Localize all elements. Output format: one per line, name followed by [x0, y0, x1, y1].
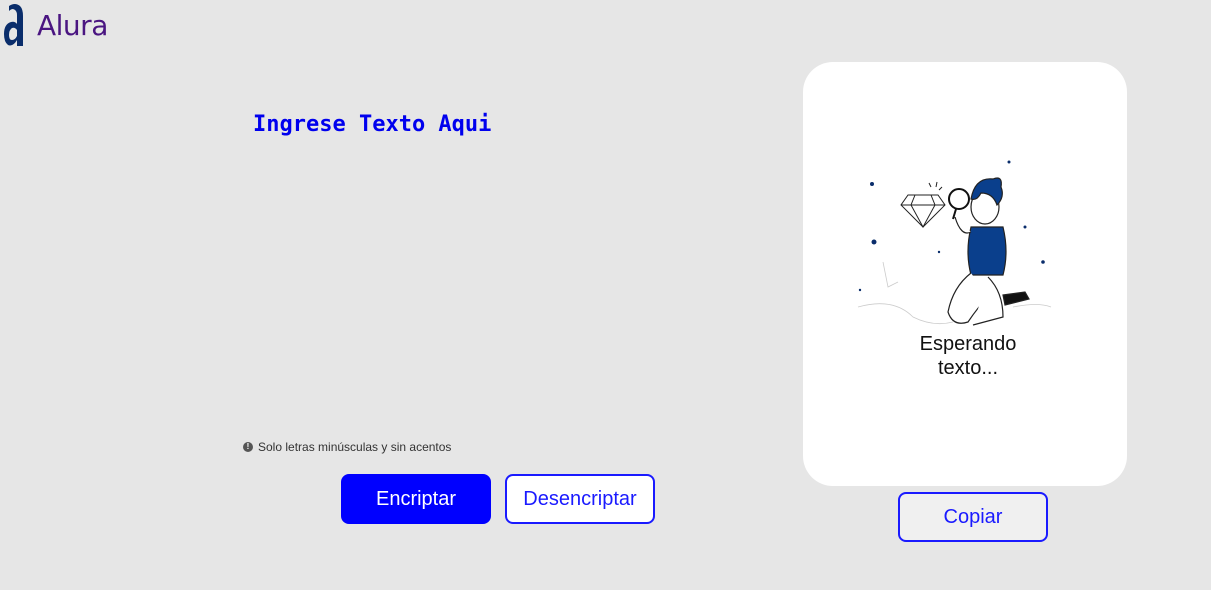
copy-button[interactable]: Copiar: [898, 492, 1048, 542]
text-input[interactable]: [253, 112, 713, 412]
hint: ! Solo letras minúsculas y sin acentos: [243, 440, 451, 454]
logo[interactable]: Alura: [3, 0, 108, 50]
output-card: Esperando texto...: [803, 62, 1127, 486]
output-message-line2: texto...: [937, 357, 999, 379]
output-message: Esperando texto...: [803, 332, 1133, 380]
output-message-line1: Esperando: [919, 333, 1017, 355]
logo-text: Alura: [37, 8, 108, 42]
hint-text: Solo letras minúsculas y sin acentos: [258, 440, 452, 454]
decrypt-button[interactable]: Desencriptar: [505, 474, 655, 524]
alura-logo-icon: [4, 4, 23, 46]
searching-person-illustration: [857, 160, 1052, 326]
page: Alura ! Solo letras minúsculas y sin ace…: [0, 0, 1211, 590]
info-icon: !: [243, 442, 253, 452]
encrypt-button[interactable]: Encriptar: [341, 474, 491, 524]
